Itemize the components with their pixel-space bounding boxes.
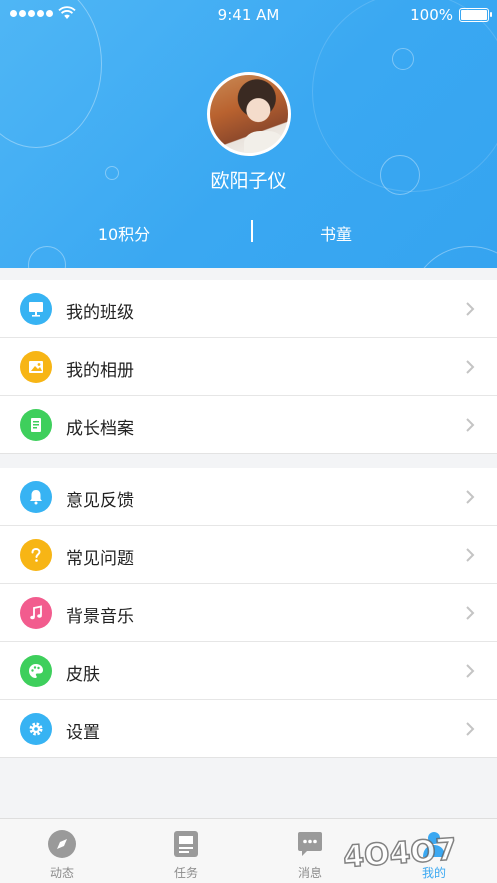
battery-icon: [459, 8, 492, 22]
chat-bubble-icon: [298, 832, 322, 856]
status-bar: 9:41 AM 100%: [0, 0, 497, 32]
menu-item-growth-record[interactable]: 成长档案: [0, 396, 497, 454]
chevron-right-icon: [466, 722, 475, 736]
chevron-right-icon: [466, 360, 475, 374]
chevron-right-icon: [466, 302, 475, 316]
tab-feed[interactable]: 动态: [0, 819, 124, 883]
menu-item-label: 成长档案: [66, 419, 134, 439]
menu-item-feedback[interactable]: 意见反馈: [0, 468, 497, 526]
menu-item-label: 皮肤: [66, 665, 100, 685]
menu-item-background-music[interactable]: 背景音乐: [0, 584, 497, 642]
classroom-board-icon: [20, 293, 52, 325]
menu-item-my-class[interactable]: 我的班级: [0, 280, 497, 338]
menu-item-label: 我的相册: [66, 361, 134, 381]
menu-item-label: 背景音乐: [66, 607, 134, 627]
menu-group-settings: 意见反馈 常见问题 背景音乐 皮肤 设置: [0, 468, 497, 758]
question-icon: [20, 539, 52, 571]
menu-item-label: 常见问题: [66, 549, 134, 569]
menu-group-main: 我的班级 我的相册 成长档案: [0, 280, 497, 454]
decor-bubble: [392, 48, 414, 70]
points-stat[interactable]: 10积分: [0, 221, 248, 245]
photo-album-icon: [20, 351, 52, 383]
avatar[interactable]: [207, 72, 291, 156]
battery-percentage: 100%: [410, 6, 453, 24]
palette-icon: [20, 655, 52, 687]
chevron-right-icon: [466, 490, 475, 504]
menu-item-faq[interactable]: 常见问题: [0, 526, 497, 584]
menu-item-skin[interactable]: 皮肤: [0, 642, 497, 700]
chevron-right-icon: [466, 548, 475, 562]
menu-item-label: 我的班级: [66, 303, 134, 323]
chevron-right-icon: [466, 664, 475, 678]
menu-item-settings[interactable]: 设置: [0, 700, 497, 758]
bell-icon: [20, 481, 52, 513]
tab-label: 任务: [173, 866, 198, 880]
tab-tasks[interactable]: 任务: [124, 819, 248, 883]
growth-record-icon: [20, 409, 52, 441]
chevron-right-icon: [466, 606, 475, 620]
profile-header: 9:41 AM 100% 欧阳子仪 10积分 书童: [0, 0, 497, 268]
menu-item-my-album[interactable]: 我的相册: [0, 338, 497, 396]
task-list-icon: [174, 831, 198, 857]
menu-item-label: 意见反馈: [66, 491, 134, 511]
decor-bubble: [410, 246, 497, 268]
music-note-icon: [20, 597, 52, 629]
tab-label: 动态: [49, 866, 74, 880]
gear-icon: [20, 713, 52, 745]
level-stat[interactable]: 书童: [252, 221, 420, 245]
compass-icon: [48, 830, 76, 858]
watermark-logo: 4O4O7: [341, 832, 458, 876]
menu-item-label: 设置: [66, 723, 100, 743]
svg-text:4O4O7: 4O4O7: [342, 832, 458, 875]
user-name: 欧阳子仪: [210, 170, 287, 192]
chevron-right-icon: [466, 418, 475, 432]
decor-bubble: [28, 246, 66, 268]
